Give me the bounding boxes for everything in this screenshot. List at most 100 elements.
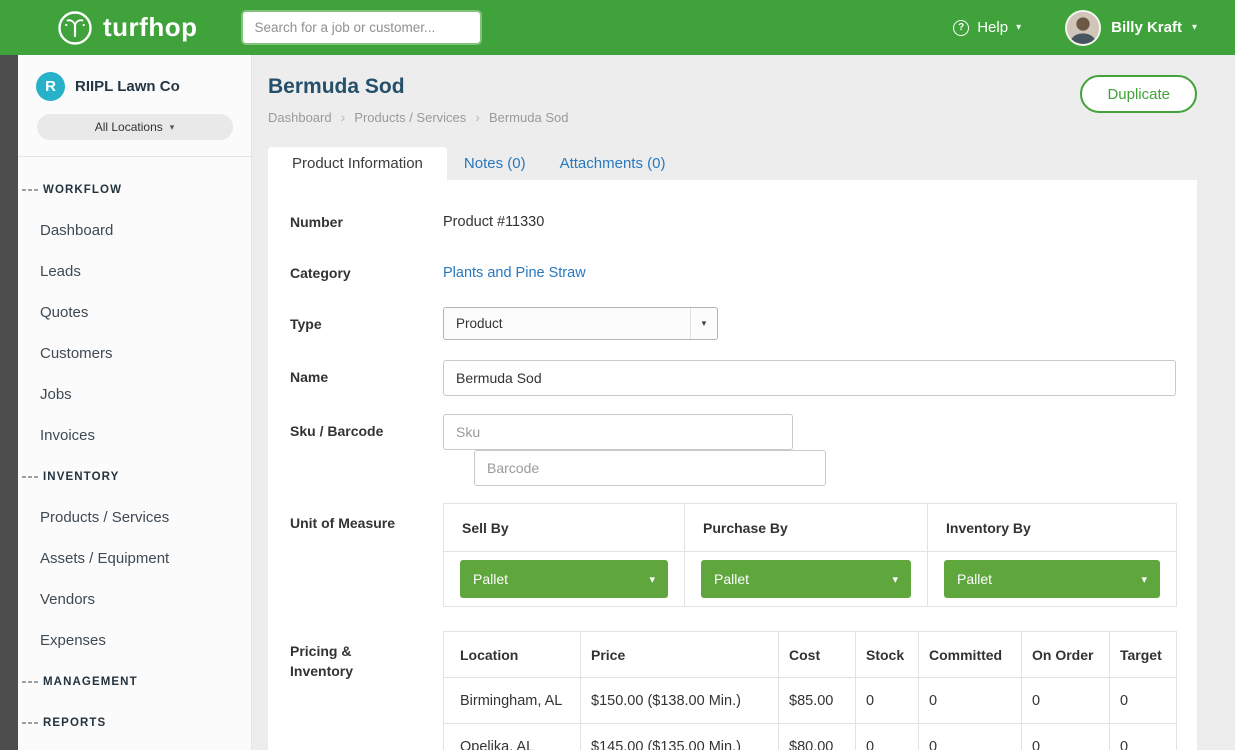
- sell-by-dropdown[interactable]: Pallet ▾: [460, 560, 668, 598]
- app-root: turfhop ? Help ▾ Billy Kraft ▾: [0, 0, 1235, 750]
- stock-cell: 0: [856, 678, 919, 724]
- locations-dropdown[interactable]: All Locations ▾: [37, 114, 233, 140]
- product-info-panel: Number Product #11330 Category Plants an…: [268, 180, 1197, 750]
- type-control: Product ▼: [443, 307, 1176, 340]
- location-link[interactable]: Birmingham, AL: [444, 678, 581, 724]
- pricing-inventory-table: Location Price Cost Stock Committed On O…: [443, 631, 1177, 750]
- purchase-by-dropdown[interactable]: Pallet ▾: [701, 560, 911, 598]
- stock-cell: 0: [856, 724, 919, 750]
- page-title: Bermuda Sod: [268, 75, 1197, 99]
- target-cell: 0: [1110, 678, 1177, 724]
- page-header: Bermuda Sod Dashboard › Products / Servi…: [252, 55, 1235, 147]
- label-line: Inventory: [290, 661, 415, 681]
- uom-control: Sell By Purchase By Inventory By Pallet: [443, 503, 1177, 607]
- uom-value-row: Pallet ▾ Pallet ▾: [444, 552, 1177, 607]
- purchase-by-value: Pallet: [714, 571, 749, 587]
- sidebar-item-customers[interactable]: Customers: [18, 333, 251, 374]
- inventory-by-dropdown[interactable]: Pallet ▾: [944, 560, 1160, 598]
- company-logo: R: [36, 72, 65, 101]
- help-menu[interactable]: ? Help ▾: [953, 19, 1021, 36]
- uom-header-row: Sell By Purchase By Inventory By: [444, 504, 1177, 552]
- user-menu[interactable]: Billy Kraft ▾: [1065, 10, 1197, 46]
- nav-section-label: INVENTORY: [43, 471, 119, 483]
- col-target: Target: [1110, 632, 1177, 678]
- sidebar-item-quotes[interactable]: Quotes: [18, 292, 251, 333]
- pricing-header-row: Location Price Cost Stock Committed On O…: [444, 632, 1177, 678]
- target-cell: 0: [1110, 724, 1177, 750]
- uom-col-sell-by: Sell By: [444, 504, 685, 552]
- locations-label: All Locations: [95, 120, 163, 134]
- name-input[interactable]: [443, 360, 1176, 396]
- select-arrow-icon: ▼: [690, 308, 717, 339]
- barcode-input[interactable]: [474, 450, 826, 486]
- uom-col-inventory-by: Inventory By: [928, 504, 1177, 552]
- form-row-category: Category Plants and Pine Straw: [290, 263, 1176, 283]
- form-row-number: Number Product #11330: [290, 212, 1176, 232]
- brand-logo[interactable]: turfhop: [57, 10, 197, 46]
- sidebar-item-assets-equipment[interactable]: Assets / Equipment: [18, 538, 251, 579]
- dashes-icon: [22, 189, 38, 191]
- type-select-value: Product: [444, 316, 690, 331]
- duplicate-button[interactable]: Duplicate: [1080, 75, 1197, 113]
- col-price: Price: [581, 632, 779, 678]
- sidebar-item-expenses[interactable]: Expenses: [18, 620, 251, 661]
- sidebar-nav: WORKFLOW Dashboard Leads Quotes Customer…: [18, 157, 251, 743]
- tab-attachments[interactable]: Attachments (0): [543, 147, 683, 180]
- chevron-down-icon: ▾: [892, 573, 898, 586]
- committed-cell: 0: [919, 678, 1022, 724]
- tab-notes[interactable]: Notes (0): [447, 147, 543, 180]
- top-bar: turfhop ? Help ▾ Billy Kraft ▾: [0, 0, 1235, 55]
- sidebar: R RIIPL Lawn Co All Locations ▾ WORKFLOW…: [18, 55, 252, 750]
- sidebar-item-products-services[interactable]: Products / Services: [18, 497, 251, 538]
- sku-barcode-control: [443, 414, 1176, 486]
- nav-section-label: WORKFLOW: [43, 184, 122, 196]
- table-row: Opelika, AL $145.00 ($135.00 Min.) $80.0…: [444, 724, 1177, 750]
- table-row: Birmingham, AL $150.00 ($138.00 Min.) $8…: [444, 678, 1177, 724]
- unit-of-measure-table: Sell By Purchase By Inventory By Pallet: [443, 503, 1177, 607]
- category-link[interactable]: Plants and Pine Straw: [443, 263, 586, 283]
- breadcrumb-current: Bermuda Sod: [489, 110, 569, 125]
- nav-section-management[interactable]: MANAGEMENT: [18, 661, 251, 702]
- price-cell: $150.00 ($138.00 Min.): [581, 678, 779, 724]
- company-header[interactable]: R RIIPL Lawn Co: [18, 55, 251, 101]
- form-row-unit-of-measure: Unit of Measure Sell By Purchase By Inve…: [290, 503, 1176, 607]
- committed-cell: 0: [919, 724, 1022, 750]
- location-link[interactable]: Opelika, AL: [444, 724, 581, 750]
- sidebar-item-leads[interactable]: Leads: [18, 251, 251, 292]
- form-row-sku-barcode: Sku / Barcode: [290, 414, 1176, 486]
- dashes-icon: [22, 476, 38, 478]
- col-committed: Committed: [919, 632, 1022, 678]
- number-label: Number: [290, 212, 443, 232]
- col-cost: Cost: [779, 632, 856, 678]
- col-on-order: On Order: [1022, 632, 1110, 678]
- sku-input[interactable]: [443, 414, 793, 450]
- nav-section-inventory[interactable]: INVENTORY: [18, 456, 251, 497]
- sidebar-item-vendors[interactable]: Vendors: [18, 579, 251, 620]
- type-select[interactable]: Product ▼: [443, 307, 718, 340]
- sidebar-item-jobs[interactable]: Jobs: [18, 374, 251, 415]
- nav-section-workflow[interactable]: WORKFLOW: [18, 169, 251, 210]
- sidebar-item-invoices[interactable]: Invoices: [18, 415, 251, 456]
- chevron-down-icon: ▾: [1192, 22, 1197, 33]
- left-edge-strip: [0, 55, 18, 750]
- on-order-cell: 0: [1022, 724, 1110, 750]
- breadcrumb-dashboard[interactable]: Dashboard: [268, 110, 332, 125]
- search-input[interactable]: [243, 12, 480, 43]
- nav-section-reports[interactable]: REPORTS: [18, 702, 251, 743]
- type-label: Type: [290, 307, 443, 340]
- sidebar-item-dashboard[interactable]: Dashboard: [18, 210, 251, 251]
- cost-cell: $80.00: [779, 724, 856, 750]
- on-order-cell: 0: [1022, 678, 1110, 724]
- chevron-right-icon: ›: [475, 109, 480, 125]
- uom-cell-purchase-by: Pallet ▾: [685, 552, 928, 607]
- tab-product-information[interactable]: Product Information: [268, 147, 447, 180]
- avatar: [1065, 10, 1101, 46]
- pricing-inventory-label: Pricing & Inventory: [290, 631, 443, 750]
- help-icon: ?: [953, 20, 969, 36]
- form-row-type: Type Product ▼: [290, 307, 1176, 340]
- pricing-control: Location Price Cost Stock Committed On O…: [443, 631, 1177, 750]
- breadcrumb-products-services[interactable]: Products / Services: [354, 110, 466, 125]
- chevron-down-icon: ▾: [1016, 22, 1021, 33]
- nav-section-label: REPORTS: [43, 717, 106, 729]
- nav-section-label: MANAGEMENT: [43, 676, 138, 688]
